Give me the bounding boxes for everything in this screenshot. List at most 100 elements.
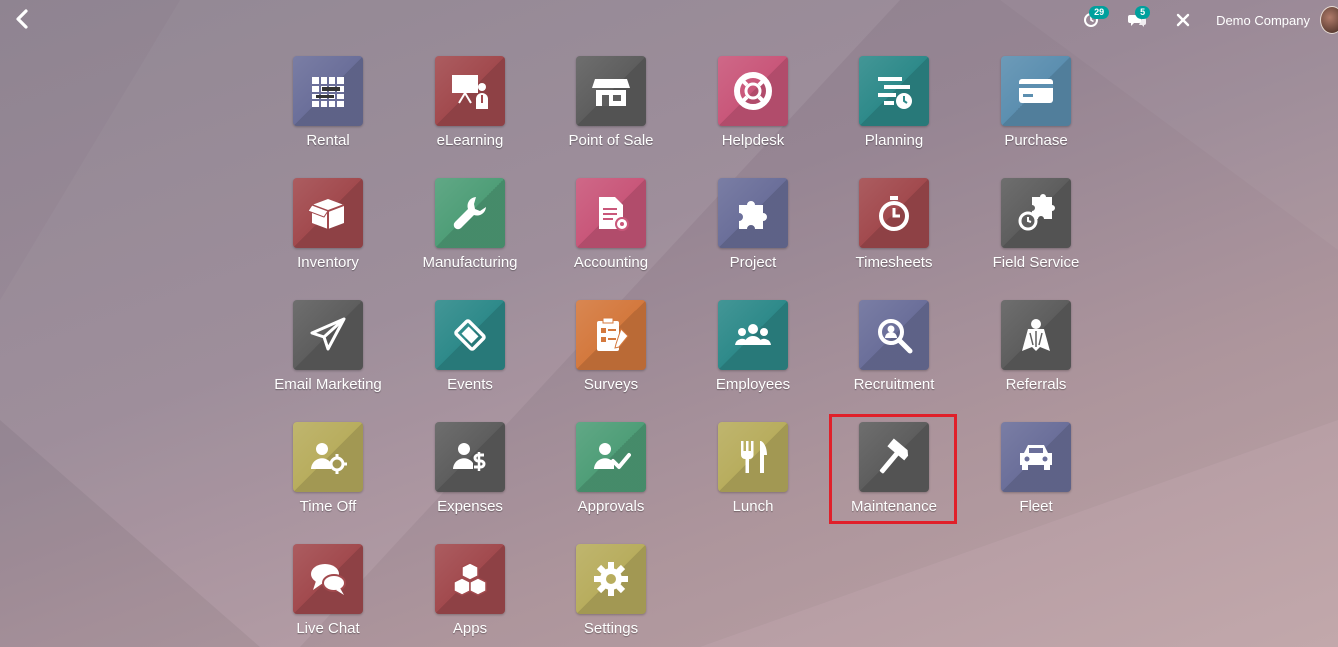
field-service-icon [1018,194,1055,231]
app-tile [576,178,646,248]
app-label: Settings [583,620,639,637]
app-tile [435,56,505,126]
app-fleet[interactable]: Fleet [966,422,1106,515]
checklist-icon [597,317,629,351]
activity-badge: 29 [1089,6,1110,19]
app-label: Fleet [1019,498,1053,515]
top-bar: 29 5 Demo Company [0,0,1338,40]
highlight-box [829,414,957,524]
messages-badge: 5 [1135,6,1151,19]
tools-icon [1176,13,1190,27]
app-label: Expenses [437,498,503,515]
app-tile [718,422,788,492]
app-timesheets[interactable]: Timesheets [824,178,964,271]
app-label: Time Off [299,498,357,515]
app-settings[interactable]: Settings [541,544,681,637]
hero-icon [1022,319,1050,351]
user-dollar-icon [453,443,486,471]
app-point-of-sale[interactable]: Point of Sale [541,56,681,149]
app-tile [576,422,646,492]
app-tile [576,544,646,614]
app-field-service[interactable]: Field Service [966,178,1106,271]
magnifier-icon [878,319,913,354]
app-label: Planning [864,132,924,149]
box-icon [308,199,345,229]
app-lunch[interactable]: Lunch [683,422,823,515]
car-icon [1020,445,1052,470]
app-tile [293,300,363,370]
app-tile [435,178,505,248]
user-avatar[interactable] [1320,6,1338,34]
ticket-icon [454,319,486,351]
puzzle-icon [739,201,767,229]
app-label: Accounting [573,254,649,271]
lifebuoy-icon [734,72,772,110]
app-manufacturing[interactable]: Manufacturing [400,178,540,271]
app-label: Rental [306,132,350,149]
app-tile [576,300,646,370]
app-tile [859,178,929,248]
app-tile [1001,56,1071,126]
app-label: Point of Sale [568,132,654,149]
app-approvals[interactable]: Approvals [541,422,681,515]
tools-menu[interactable] [1170,8,1196,32]
app-label: Inventory [297,254,359,271]
app-tile [1001,422,1071,492]
systray: 29 5 Demo Company [1078,0,1338,40]
app-planning[interactable]: Planning [824,56,964,149]
app-tile [293,422,363,492]
presentation-icon [452,75,488,109]
wrench-icon [453,197,486,230]
chat-bubbles-icon [311,564,346,595]
app-rental[interactable]: Rental [258,56,398,149]
messaging-menu[interactable]: 5 [1124,6,1151,32]
credit-card-icon [1019,79,1053,103]
app-purchase[interactable]: Purchase [966,56,1106,149]
app-project[interactable]: Project [683,178,823,271]
app-tile [1001,178,1071,248]
app-tile [293,544,363,614]
app-tile [859,300,929,370]
app-email-marketing[interactable]: Email Marketing [258,300,398,393]
chevron-left-icon [16,9,28,29]
app-time-off[interactable]: Time Off [258,422,398,515]
app-tile [435,422,505,492]
app-label: Approvals [577,498,645,515]
app-tile [718,178,788,248]
stopwatch-icon [879,196,909,231]
app-employees[interactable]: Employees [683,300,823,393]
app-tile [293,178,363,248]
company-switcher[interactable]: Demo Company [1216,13,1310,28]
cutlery-icon [741,441,767,473]
app-label: Purchase [1004,132,1068,149]
app-label: Surveys [583,376,639,393]
activity-menu[interactable]: 29 [1078,6,1110,32]
app-tile [718,300,788,370]
user-gear-icon [311,443,347,474]
app-elearning[interactable]: eLearning [400,56,540,149]
app-referrals[interactable]: Referrals [966,300,1106,393]
app-label: Field Service [992,254,1080,271]
app-label: Recruitment [853,376,935,393]
app-tile [435,544,505,614]
app-label: Timesheets [855,254,933,271]
gear-icon [594,562,628,596]
app-label: Events [447,376,493,393]
app-helpdesk[interactable]: Helpdesk [683,56,823,149]
back-button[interactable] [12,8,34,30]
app-events[interactable]: Events [400,300,540,393]
app-live-chat[interactable]: Live Chat [258,544,398,637]
app-expenses[interactable]: Expenses [400,422,540,515]
app-recruitment[interactable]: Recruitment [824,300,964,393]
app-tile [1001,300,1071,370]
paper-plane-icon [310,317,346,351]
cubes-icon [453,562,487,596]
app-accounting[interactable]: Accounting [541,178,681,271]
app-surveys[interactable]: Surveys [541,300,681,393]
app-label: Project [729,254,777,271]
app-apps[interactable]: Apps [400,544,540,637]
app-inventory[interactable]: Inventory [258,178,398,271]
app-label: Apps [452,620,488,637]
app-tile [435,300,505,370]
app-label: Referrals [1005,376,1067,393]
